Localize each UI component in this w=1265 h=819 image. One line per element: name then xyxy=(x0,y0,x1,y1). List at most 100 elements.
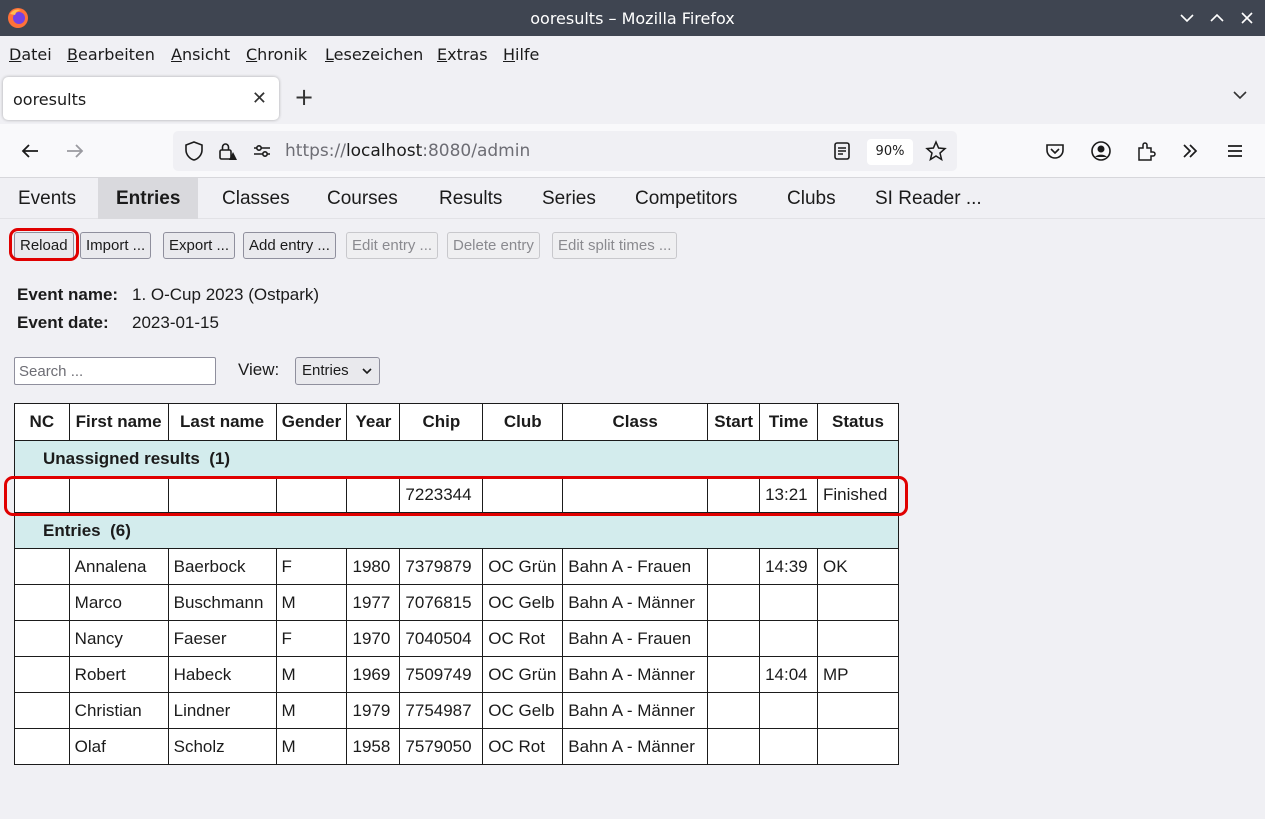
column-header-year[interactable]: Year xyxy=(346,403,401,441)
maximize-icon[interactable] xyxy=(1208,9,1226,27)
browser-tab[interactable]: ooresults ✕ xyxy=(3,77,279,120)
table-cell: Finished xyxy=(817,476,899,513)
column-header-nc[interactable]: NC xyxy=(14,403,70,441)
menu-hilfe[interactable]: Hilfe xyxy=(503,45,539,64)
table-cell xyxy=(707,656,761,693)
table-cell: OC Gelb xyxy=(482,692,564,729)
column-header-status[interactable]: Status xyxy=(817,403,899,441)
hamburger-menu-icon[interactable] xyxy=(1224,140,1246,162)
window-title: ooresults – Mozilla Firefox xyxy=(530,9,735,28)
tab-competitors[interactable]: Competitors xyxy=(617,178,755,219)
table-cell xyxy=(14,656,70,693)
view-select[interactable]: Entries xyxy=(295,357,380,385)
tab-classes[interactable]: Classes xyxy=(204,178,308,219)
permissions-icon[interactable] xyxy=(251,140,273,162)
column-header-last-name[interactable]: Last name xyxy=(167,403,277,441)
group-header-row: Unassigned results (1) xyxy=(14,440,899,477)
menu-chronik[interactable]: Chronik xyxy=(246,45,307,64)
shield-icon[interactable] xyxy=(183,140,205,162)
group-header-row: Entries (6) xyxy=(14,512,899,549)
table-cell: Nancy xyxy=(68,620,169,657)
table-row[interactable]: Robert Habeck M 1969 7509749 OC Grün Bahn A - … xyxy=(14,656,899,693)
table-cell xyxy=(759,620,819,657)
menu-bearbeiten[interactable]: Bearbeiten xyxy=(67,45,155,64)
tab-si-reader[interactable]: SI Reader ... xyxy=(857,178,1000,219)
tab-clubs[interactable]: Clubs xyxy=(769,178,854,219)
edit-entry-button[interactable]: Edit entry ... xyxy=(346,232,439,259)
forward-arrow-icon[interactable] xyxy=(64,140,86,162)
table-row[interactable]: Nancy Faeser F 1970 7040504 OC Rot Bahn A - Fr… xyxy=(14,620,899,657)
extensions-icon[interactable] xyxy=(1135,140,1157,162)
menu-datei[interactable]: Datei xyxy=(9,45,52,64)
table-cell xyxy=(707,476,761,513)
url-text[interactable]: https://localhost:8080/admin xyxy=(285,141,530,161)
table-cell: 1970 xyxy=(346,620,401,657)
tab-close-icon[interactable]: ✕ xyxy=(252,88,267,109)
menu-ansicht[interactable]: Ansicht xyxy=(171,45,230,64)
table-cell: 13:21 xyxy=(759,476,819,513)
column-header-time[interactable]: Time xyxy=(759,403,819,441)
view-select-value: Entries xyxy=(302,362,349,379)
table-cell: 14:04 xyxy=(759,656,819,693)
delete-entry-button[interactable]: Delete entry xyxy=(447,232,540,259)
new-tab-icon[interactable]: + xyxy=(294,85,314,109)
tab-events[interactable]: Events xyxy=(0,178,94,219)
table-cell xyxy=(707,692,761,729)
group-label: Entries (6) xyxy=(14,512,899,549)
menu-extras[interactable]: Extras xyxy=(437,45,488,64)
menu-lesezeichen[interactable]: Lesezeichen xyxy=(325,45,423,64)
view-label: View: xyxy=(238,360,280,379)
tab-courses[interactable]: Courses xyxy=(309,178,416,219)
add-entry-button[interactable]: Add entry ... xyxy=(243,232,336,259)
tab-list-chevron-icon[interactable] xyxy=(1231,86,1249,104)
table-cell: Bahn A - Frauen xyxy=(562,620,709,657)
table-row[interactable]: Olaf Scholz M 1958 7579050 OC Rot Bahn A - Män… xyxy=(14,728,899,765)
table-row[interactable]: Annalena Baerbock F 1980 7379879 OC Grün Bahn … xyxy=(14,548,899,585)
back-arrow-icon[interactable] xyxy=(19,140,41,162)
zoom-level-button[interactable]: 90% xyxy=(867,139,913,165)
reload-button[interactable]: Reload xyxy=(14,232,74,259)
table-cell xyxy=(707,620,761,657)
table-cell xyxy=(14,584,70,621)
table-cell xyxy=(68,476,169,513)
column-header-club[interactable]: Club xyxy=(482,403,564,441)
lock-warning-icon[interactable] xyxy=(216,140,238,162)
table-cell xyxy=(707,728,761,765)
pocket-icon[interactable] xyxy=(1044,140,1066,162)
table-cell: 7040504 xyxy=(399,620,484,657)
table-cell: Marco xyxy=(68,584,169,621)
table-row[interactable]: Marco Buschmann M 1977 7076815 OC Gelb Bahn A … xyxy=(14,584,899,621)
edit-split-times-button[interactable]: Edit split times ... xyxy=(552,232,678,259)
table-cell: 14:39 xyxy=(759,548,819,585)
column-header-chip[interactable]: Chip xyxy=(399,403,484,441)
navigation-bar: https://localhost:8080/admin 90% xyxy=(0,124,1265,178)
import-button[interactable]: Import ... xyxy=(80,232,152,259)
chevron-down-icon xyxy=(362,368,372,375)
table-cell: M xyxy=(275,584,348,621)
tab-entries[interactable]: Entries xyxy=(98,178,199,219)
url-bar[interactable]: https://localhost:8080/admin 90% xyxy=(173,131,957,171)
bookmark-star-icon[interactable] xyxy=(925,140,947,162)
table-row[interactable]: Christian Lindner M 1979 7754987 OC Gelb Bahn … xyxy=(14,692,899,729)
table-cell: OC Grün xyxy=(482,548,564,585)
account-icon[interactable] xyxy=(1090,140,1112,162)
table-cell: Annalena xyxy=(68,548,169,585)
reader-view-icon[interactable] xyxy=(831,140,853,162)
overflow-menu-icon[interactable] xyxy=(1179,140,1201,162)
search-input[interactable] xyxy=(14,357,216,385)
table-cell: Faeser xyxy=(167,620,277,657)
column-header-first-name[interactable]: First name xyxy=(68,403,169,441)
table-row[interactable]: 7223344 13:21 Finished xyxy=(14,476,899,513)
group-label: Unassigned results (1) xyxy=(14,440,899,477)
tab-series[interactable]: Series xyxy=(524,178,614,219)
table-cell: Buschmann xyxy=(167,584,277,621)
export-button[interactable]: Export ... xyxy=(163,232,236,259)
table-cell: Habeck xyxy=(167,656,277,693)
column-header-gender[interactable]: Gender xyxy=(275,403,348,441)
close-window-icon[interactable] xyxy=(1238,9,1256,27)
column-header-class[interactable]: Class xyxy=(562,403,709,441)
column-header-start[interactable]: Start xyxy=(707,403,761,441)
table-cell: OC Rot xyxy=(482,728,564,765)
minimize-icon[interactable] xyxy=(1178,9,1196,27)
tab-results[interactable]: Results xyxy=(421,178,520,219)
